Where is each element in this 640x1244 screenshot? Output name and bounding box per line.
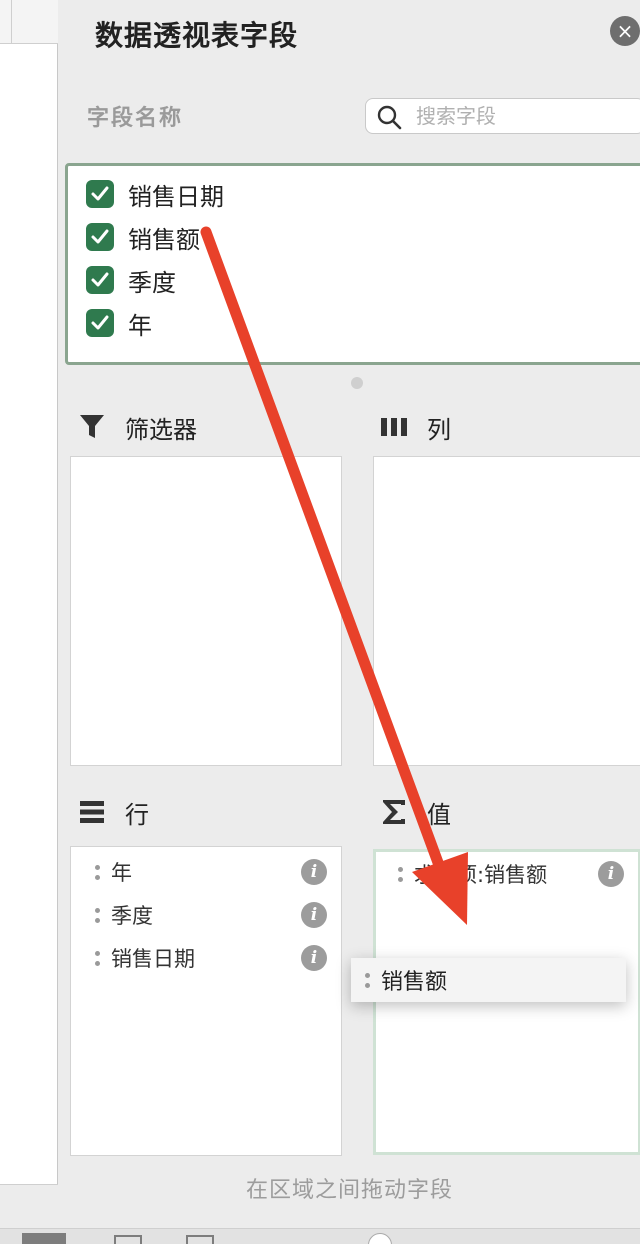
field-name-label: 字段名称 xyxy=(87,106,184,131)
funnel-icon xyxy=(77,412,107,442)
search-input[interactable] xyxy=(416,99,636,133)
normal-view-icon[interactable] xyxy=(22,1233,66,1244)
info-icon[interactable]: i xyxy=(301,902,327,928)
field-item-quarter[interactable]: 季度 xyxy=(86,262,176,298)
field-label: 销售额 xyxy=(128,225,200,254)
dragging-field-chip[interactable]: 销售额 xyxy=(351,958,626,1002)
values-area-header: 值 xyxy=(379,795,451,829)
drag-grip-icon[interactable] xyxy=(95,907,101,923)
pivot-field-panel: 数据透视表字段 × 字段名称 销售日期 销售额 xyxy=(59,0,640,1244)
columns-area-header: 列 xyxy=(379,410,451,444)
zoom-slider-knob[interactable] xyxy=(368,1233,392,1244)
column-header-strip xyxy=(0,0,58,44)
checkmark-icon xyxy=(91,272,109,287)
columns-drop-zone[interactable] xyxy=(373,456,640,766)
filters-area-header: 筛选器 xyxy=(77,410,197,444)
rows-area-label: 行 xyxy=(125,800,149,829)
splitter-handle[interactable] xyxy=(351,377,363,389)
rows-area-header: 行 xyxy=(77,795,149,829)
page-break-icon[interactable] xyxy=(186,1235,214,1244)
checkmark-icon xyxy=(91,315,109,330)
info-icon[interactable]: i xyxy=(301,859,327,885)
close-button[interactable]: × xyxy=(610,16,640,46)
drag-grip-icon[interactable] xyxy=(95,864,101,880)
field-item-sale-date[interactable]: 销售日期 xyxy=(86,176,224,212)
row-field-pill[interactable]: 销售日期 i xyxy=(71,939,341,977)
panel-title: 数据透视表字段 xyxy=(95,19,299,52)
dragging-field-label: 销售额 xyxy=(381,970,448,995)
row-field-label: 季度 xyxy=(111,904,153,928)
values-drop-zone[interactable]: 求和项:销售额 i xyxy=(373,849,640,1155)
field-label: 季度 xyxy=(128,268,176,297)
row-field-pill[interactable]: 季度 i xyxy=(71,896,341,934)
status-bar xyxy=(0,1228,640,1244)
sigma-icon xyxy=(379,797,409,827)
checkmark-icon xyxy=(91,229,109,244)
field-checkbox[interactable] xyxy=(86,223,114,251)
drag-grip-icon xyxy=(365,972,371,988)
page-layout-icon[interactable] xyxy=(114,1235,142,1244)
field-checkbox[interactable] xyxy=(86,266,114,294)
field-item-year[interactable]: 年 xyxy=(86,305,152,341)
spreadsheet-edge xyxy=(0,0,58,1244)
pivot-screen: 数据透视表字段 × 字段名称 销售日期 销售额 xyxy=(0,0,640,1244)
values-area-label: 值 xyxy=(427,800,451,829)
field-checkbox[interactable] xyxy=(86,309,114,337)
checkmark-icon xyxy=(91,186,109,201)
field-checkbox[interactable] xyxy=(86,180,114,208)
drag-grip-icon[interactable] xyxy=(95,950,101,966)
value-field-pill[interactable]: 求和项:销售额 i xyxy=(376,855,638,893)
row-field-pill[interactable]: 年 i xyxy=(71,853,341,891)
filters-drop-zone[interactable] xyxy=(70,456,342,766)
rows-drop-zone[interactable]: 年 i 季度 i 销售日期 i xyxy=(70,846,342,1156)
search-box[interactable] xyxy=(365,98,640,134)
columns-icon xyxy=(379,412,409,442)
close-icon: × xyxy=(616,19,634,43)
filters-area-label: 筛选器 xyxy=(125,415,197,444)
rows-icon xyxy=(77,797,107,827)
search-icon xyxy=(377,105,402,130)
columns-area-label: 列 xyxy=(427,415,451,444)
field-list: 销售日期 销售额 季度 年 xyxy=(65,163,640,365)
drag-hint-text: 在区域之间拖动字段 xyxy=(245,1178,453,1203)
info-icon[interactable]: i xyxy=(301,945,327,971)
field-item-sales-amount[interactable]: 销售额 xyxy=(86,219,200,255)
field-label: 销售日期 xyxy=(128,182,224,211)
drag-grip-icon[interactable] xyxy=(398,866,404,882)
column-header-cell[interactable] xyxy=(0,0,12,44)
row-field-label: 销售日期 xyxy=(111,947,195,971)
row-field-label: 年 xyxy=(111,861,132,885)
value-field-label: 求和项:销售额 xyxy=(414,863,548,887)
field-label: 年 xyxy=(128,311,152,340)
info-icon[interactable]: i xyxy=(598,861,624,887)
